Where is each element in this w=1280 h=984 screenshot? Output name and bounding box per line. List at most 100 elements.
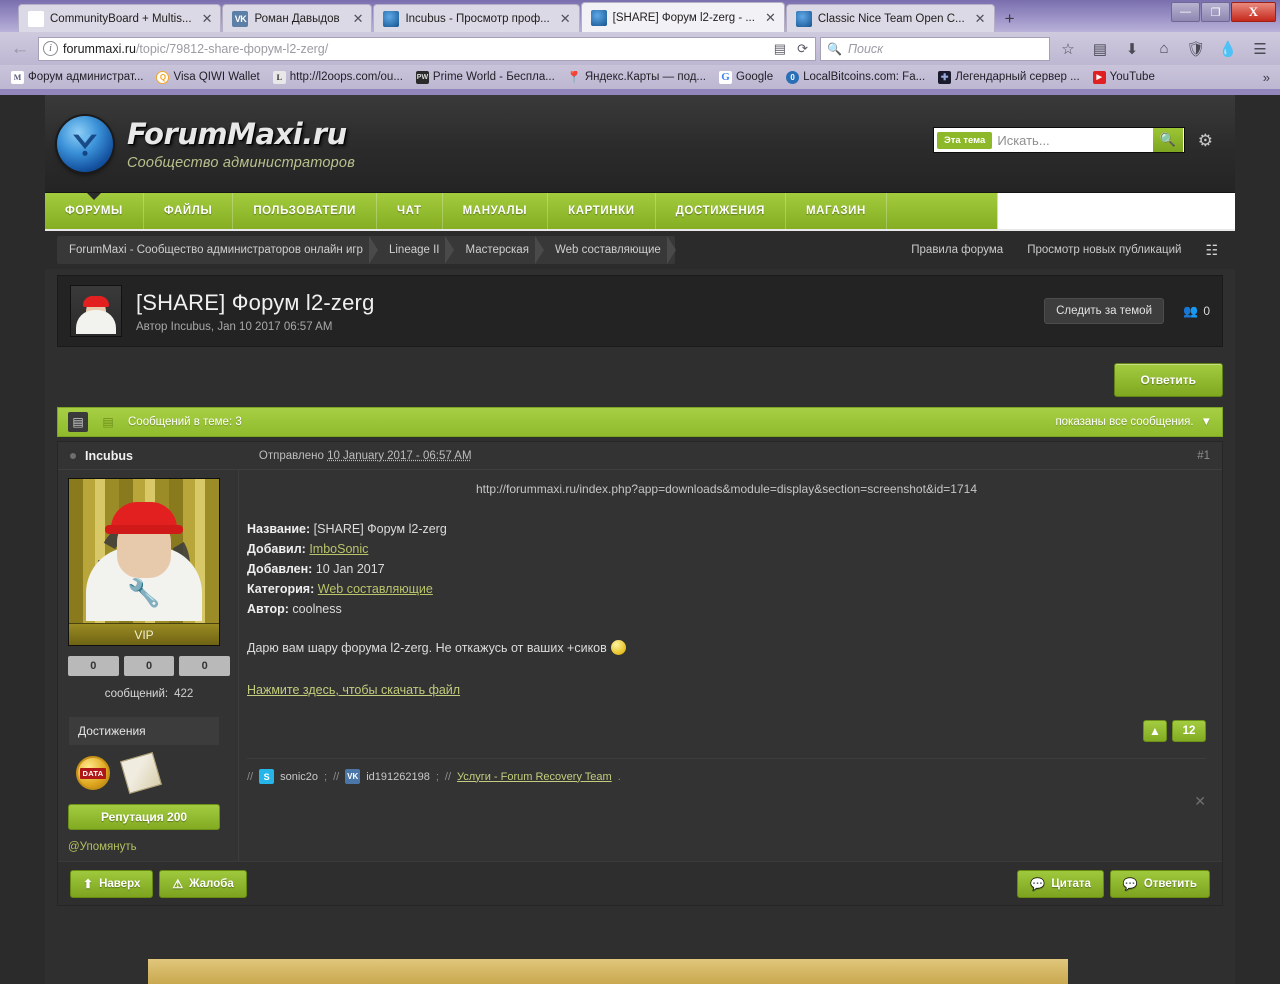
go-top-label: Наверх [99,877,141,890]
nav-item-chat[interactable]: ЧАТ [377,193,443,229]
bookmark-item[interactable]: G Google [714,70,778,85]
data-badge-icon[interactable]: DATA [76,756,110,790]
stat-box[interactable]: 0 [179,656,231,676]
bookmark-item[interactable]: M Форум администрат... [6,70,148,85]
droplet-icon[interactable]: 💧 [1214,36,1242,62]
list-view-icon[interactable]: ☷ [1205,242,1218,259]
browser-tab-2[interactable]: VK Роман Давыдов ✕ [222,4,373,32]
bookmark-item[interactable]: PW Prime World - Беспла... [411,70,560,85]
post-number[interactable]: #1 [1197,450,1210,462]
search-submit-button[interactable]: 🔍 [1153,128,1183,152]
address-bar[interactable]: i forummaxi.ru/topic/79812-share-форум-l… [38,36,816,61]
achievement-icons: DATA [68,746,220,795]
library-icon[interactable]: ▤ [1086,36,1114,62]
compact-view-icon[interactable]: ▤ [98,412,118,432]
gear-icon[interactable]: ⚙ [1198,131,1213,151]
screenshot-url: http://forummaxi.ru/index.php?app=downlo… [476,482,977,496]
quote-button[interactable]: 💬 Цитата [1017,869,1104,898]
mention-link[interactable]: @Упомянуть [68,841,220,853]
bookmark-star-icon[interactable]: ☆ [1054,36,1082,62]
stat-box[interactable]: 0 [123,656,175,676]
pin-icon: 📍 [567,70,581,84]
reply-button-top[interactable]: Ответить [1113,363,1223,397]
bookmark-item[interactable]: 0 LocalBitcoins.com: Fa... [781,70,930,85]
topic-author-avatar[interactable] [70,285,122,337]
post-date-value[interactable]: 10 January 2017 - 06:57 AM [327,450,472,462]
skype-icon[interactable]: S [259,769,275,784]
browser-tab-3[interactable]: Incubus - Просмотр проф... ✕ [373,4,580,32]
bookmarks-overflow-icon[interactable]: » [1263,70,1274,85]
info-line-author: Автор: coolness [247,602,1206,616]
download-link[interactable]: Нажмите здесь, чтобы скачать файл [247,683,460,697]
report-button[interactable]: ⚠ Жалоба [159,869,247,898]
browser-titlebar: M CommunityBoard + Multis... ✕ VK Роман … [0,0,1280,32]
close-icon[interactable]: ✕ [198,11,213,27]
bottom-banner[interactable] [148,959,1068,984]
services-link[interactable]: Услуги - Forum Recovery Team [457,771,612,783]
money-badge-icon[interactable] [119,751,163,795]
close-icon[interactable]: ✕ [761,10,776,26]
search-input-placeholder[interactable]: Искать... [997,133,1152,148]
nav-item-pictures[interactable]: КАРТИНКИ [548,193,656,229]
site-logo-icon[interactable] [57,115,113,172]
nav-item-manuals[interactable]: МАНУАЛЫ [443,193,549,229]
bookmark-item[interactable]: L http://l2oops.com/ou... [268,70,408,85]
window-close-button[interactable]: X [1231,2,1276,22]
reply-button-bottom[interactable]: 💬 Ответить [1109,869,1210,898]
close-icon[interactable]: ✕ [1194,793,1206,810]
nav-item-files[interactable]: ФАЙЛЫ [144,193,234,229]
browser-search-box[interactable]: 🔍 Поиск [820,36,1050,61]
search-scope-badge[interactable]: Эта тема [937,131,993,149]
browser-tab-1[interactable]: M CommunityBoard + Multis... ✕ [18,4,222,32]
view-mode-dropdown[interactable]: показаны все сообщения. ▼ [1055,416,1212,428]
browser-tab-4-active[interactable]: [SHARE] Форум l2-zerg - ... ✕ [580,2,785,32]
site-title: ForumMaxi.ru [127,116,347,151]
nav-item-shop[interactable]: МАГАЗИН [786,193,887,229]
reputation-button[interactable]: Репутация 200 [68,804,220,830]
close-icon[interactable]: ✕ [971,11,986,27]
nav-item-achievements[interactable]: ДОСТИЖЕНИЯ [656,193,786,229]
uploader-link[interactable]: ImboSonic [309,542,368,556]
breadcrumb-item-workshop[interactable]: Мастерская [453,236,545,264]
reader-mode-icon[interactable]: ▤ [771,41,789,57]
bookmark-item[interactable]: ▶ YouTube [1088,70,1160,85]
vk-icon[interactable]: VK [345,769,361,784]
browser-tab-5[interactable]: Classic Nice Team Open C... ✕ [785,4,995,32]
bookmark-item[interactable]: 📍 Яндекс.Карты — под... [563,70,711,85]
new-tab-button[interactable]: + [996,6,1024,32]
follow-topic-button[interactable]: Следить за темой [1044,298,1164,324]
forum-rules-link[interactable]: Правила форума [911,244,1003,256]
info-icon[interactable]: i [43,41,58,56]
nav-item-forums[interactable]: ФОРУМЫ [45,193,144,229]
page-title: [SHARE] Форум l2-zerg [136,289,375,315]
vote-up-button[interactable]: ▲ [1143,720,1167,742]
new-posts-link[interactable]: Просмотр новых публикаций [1027,244,1181,256]
go-top-button[interactable]: ⬆ Наверх [70,869,154,898]
nav-item-users[interactable]: ПОЛЬЗОВАТЕЛИ [233,193,377,229]
back-icon[interactable]: ← [6,36,34,62]
menu-icon[interactable]: ☰ [1246,36,1274,62]
post-author-name[interactable]: Incubus [85,449,133,463]
avatar[interactable]: 🔧 VIP [68,478,220,646]
category-link[interactable]: Web составляющие [318,582,433,596]
bookmark-label: http://l2oops.com/ou... [289,71,403,83]
bookmark-item[interactable]: Q Visa QIWI Wallet [151,70,264,85]
home-icon[interactable]: ⌂ [1150,36,1178,62]
minimize-button[interactable]: — [1171,2,1200,22]
maximize-button[interactable]: ❐ [1201,2,1230,22]
post-footer: ⬆ Наверх ⚠ Жалоба 💬 Цитата 💬 Ответить [58,861,1222,905]
quote-icon: 💬 [1030,876,1046,891]
breadcrumb-item-web[interactable]: Web составляющие [543,236,676,264]
bookmark-item[interactable]: ✚ Легендарный сервер ... [933,70,1084,85]
breadcrumb-item-home[interactable]: ForumMaxi - Сообщество администраторов о… [57,236,378,264]
site-search-box[interactable]: Эта тема Искать... 🔍 [933,127,1185,153]
stat-box[interactable]: 0 [68,656,119,676]
close-icon[interactable]: ✕ [556,11,571,27]
bookmark-label: Яндекс.Карты — под... [584,71,707,83]
breadcrumb-item-lineage2[interactable]: Lineage II [377,236,454,264]
download-icon[interactable]: ⬇ [1118,36,1146,62]
standard-view-icon[interactable]: ▤ [68,412,88,432]
close-icon[interactable]: ✕ [349,11,364,27]
reload-icon[interactable]: ⟳ [794,41,811,57]
shield-icon[interactable]: 🛡 [1182,36,1210,62]
